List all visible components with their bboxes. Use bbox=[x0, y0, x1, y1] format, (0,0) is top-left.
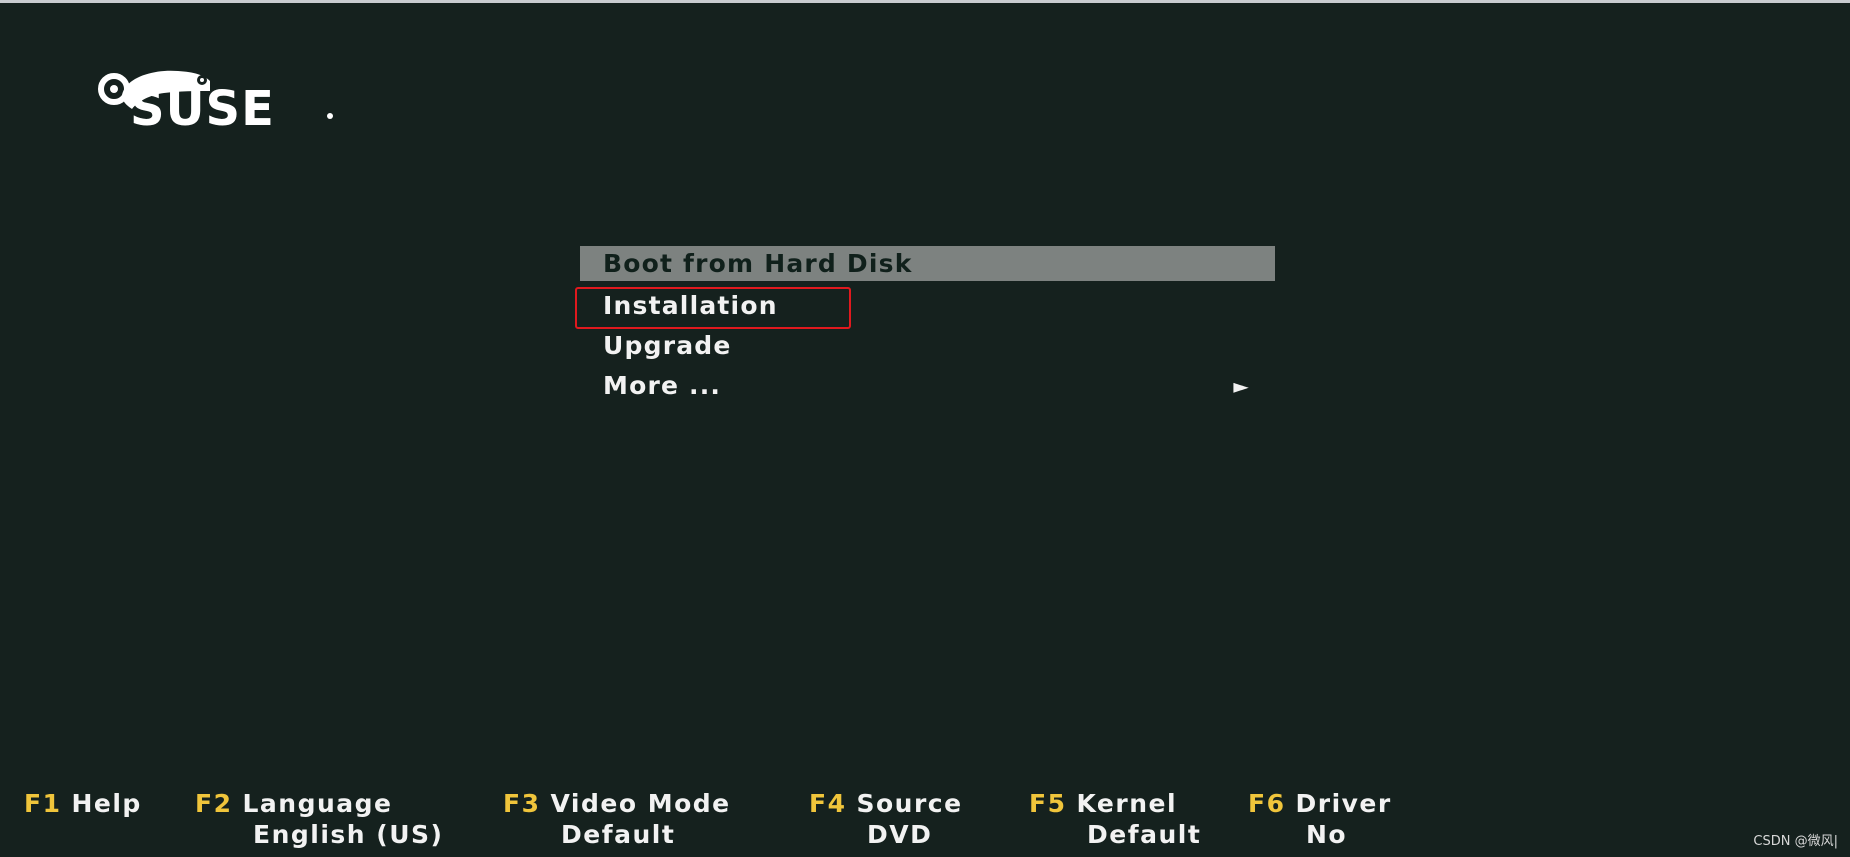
watermark: CSDN @微风| bbox=[1753, 834, 1838, 849]
fkey-key: F1 bbox=[24, 789, 62, 818]
fkey-value: English (US) bbox=[253, 820, 444, 849]
fkey-key: F6 bbox=[1248, 789, 1286, 818]
menu-item-label: More ... bbox=[603, 371, 722, 400]
menu-item-label: Upgrade bbox=[603, 331, 732, 360]
menu-item-more[interactable]: More ... ► bbox=[580, 366, 1275, 406]
fkey-driver[interactable]: F6 Driver No bbox=[1248, 789, 1392, 849]
fkey-key: F3 bbox=[503, 789, 541, 818]
fkey-value: Default bbox=[1087, 820, 1202, 849]
fkey-key: F4 bbox=[809, 789, 847, 818]
annotation-highlight-box bbox=[575, 287, 851, 329]
fkey-source[interactable]: F4 Source DVD bbox=[809, 789, 963, 849]
triangle-right-icon: ► bbox=[1233, 374, 1250, 398]
logo-wordmark: SUSE bbox=[130, 81, 275, 137]
fkey-kernel[interactable]: F5 Kernel Default bbox=[1029, 789, 1201, 849]
fkey-label: Help bbox=[71, 789, 142, 818]
fkey-language[interactable]: F2 Language English (US) bbox=[195, 789, 443, 849]
fkey-value: Default bbox=[561, 820, 676, 849]
menu-item-boot-from-hard-disk[interactable]: Boot from Hard Disk bbox=[580, 246, 1275, 281]
fkey-value: DVD bbox=[867, 820, 933, 849]
fkey-label: Video Mode bbox=[550, 789, 731, 818]
menu-item-label: Boot from Hard Disk bbox=[603, 249, 913, 278]
suse-logo: SUSE bbox=[92, 61, 337, 136]
fkey-key: F5 bbox=[1029, 789, 1067, 818]
fkey-help[interactable]: F1 Help bbox=[24, 789, 142, 818]
fkey-key: F2 bbox=[195, 789, 233, 818]
boot-screen: SUSE Boot from Hard Disk Installation Up… bbox=[0, 0, 1850, 857]
fkey-value: No bbox=[1306, 820, 1348, 849]
fkey-label: Driver bbox=[1295, 789, 1392, 818]
fkey-label: Language bbox=[242, 789, 393, 818]
fkey-video-mode[interactable]: F3 Video Mode Default bbox=[503, 789, 731, 849]
menu-item-upgrade[interactable]: Upgrade bbox=[580, 326, 1275, 366]
fkey-label: Kernel bbox=[1076, 789, 1178, 818]
function-key-bar: F1 Help F2 Language English (US) F3 Video M… bbox=[0, 789, 1850, 849]
fkey-label: Source bbox=[856, 789, 963, 818]
